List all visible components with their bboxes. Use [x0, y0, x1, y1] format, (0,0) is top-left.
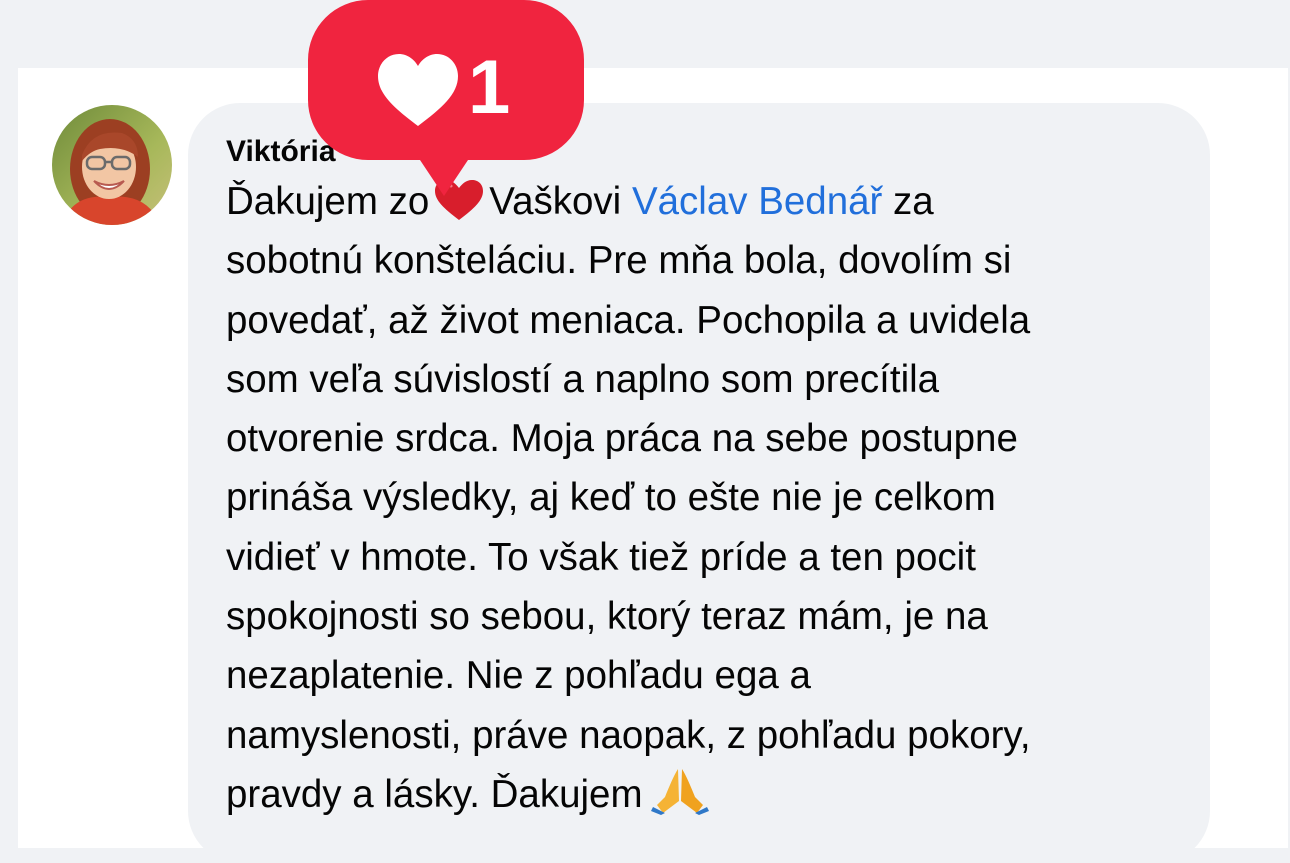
- mention-link[interactable]: Václav Bednář: [632, 180, 882, 223]
- comment-line: spokojnosti so sebou, ktorý teraz mám, j…: [226, 595, 988, 639]
- notification-count: 1: [468, 45, 511, 130]
- avatar-photo: [52, 105, 172, 225]
- comment-line: sobotnú konšteláciu. Pre mňa bola, dovol…: [226, 239, 1012, 283]
- comment-line: otvorenie srdca. Moja práca na sebe post…: [226, 417, 1018, 461]
- comment-line: som veľa súvislostí a naplno som precíti…: [226, 357, 940, 401]
- heart-icon: [378, 54, 458, 126]
- comment-line: povedať, až život meniaca. Pochopila a u…: [226, 298, 1031, 342]
- text-segment: za: [893, 180, 934, 223]
- comment-line: nezaplatenie. Nie z pohľadu ega a: [226, 654, 811, 698]
- comment-line: prináša výsledky, aj keď to ešte nie je …: [226, 476, 996, 520]
- folded-hands-emoji-icon: [650, 768, 709, 815]
- comment-text: Ďakujem zo Vaškovi Václav Bednář za sobot…: [226, 172, 1176, 824]
- text-segment: pravdy a lásky. Ďakujem: [226, 772, 643, 816]
- comment-line: vidieť v hmote. To však tiež príde a ten…: [226, 535, 976, 579]
- like-notification-badge[interactable]: 1: [308, 0, 584, 200]
- avatar[interactable]: [52, 105, 172, 225]
- comment-line: namyslenosti, práve naopak, z pohľadu po…: [226, 713, 1031, 757]
- comment-line: pravdy a lásky. Ďakujem: [226, 765, 1176, 824]
